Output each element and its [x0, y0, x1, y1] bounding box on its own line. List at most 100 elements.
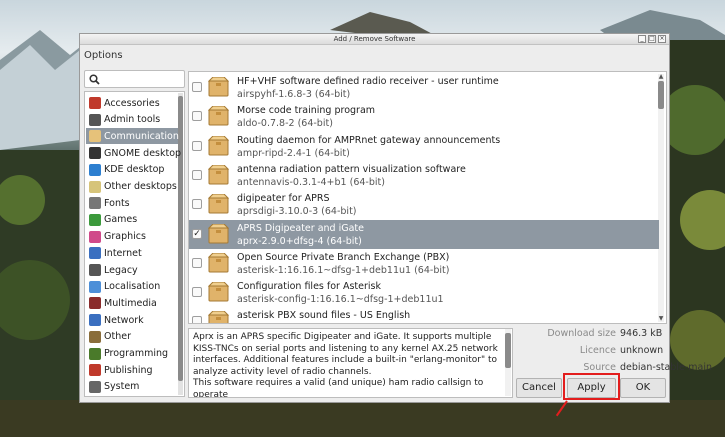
sidebar-item-games[interactable]: Games	[86, 212, 178, 228]
ok-button[interactable]: OK	[620, 378, 666, 398]
package-box-icon	[208, 135, 229, 156]
package-row[interactable]: Routing daemon for AMPRnet gateway annou…	[189, 132, 659, 161]
source-label: Source	[583, 362, 616, 373]
package-checkbox[interactable]	[192, 316, 202, 323]
search-input[interactable]	[84, 70, 185, 88]
package-box-icon	[208, 223, 229, 243]
package-row[interactable]: Configuration files for Asterisk asterisk…	[189, 278, 659, 307]
admin-tools-icon	[89, 113, 101, 126]
package-row[interactable]: HF+VHF software defined radio receiver -…	[189, 73, 659, 102]
sidebar-item-legacy[interactable]: Legacy	[86, 262, 178, 278]
category-label: Multimedia	[104, 297, 157, 309]
sidebar-item-admin-tools[interactable]: Admin tools	[86, 112, 178, 128]
package-name: asterisk-1:16.16.1~dfsg-1+deb11u1 (64-bi…	[237, 264, 450, 276]
category-label: KDE desktop	[104, 164, 165, 176]
package-box-icon	[208, 194, 229, 214]
games-icon	[89, 213, 101, 226]
package-title: digipeater for APRS	[237, 193, 330, 205]
description-scrollbar[interactable]	[505, 329, 511, 396]
sidebar-item-multimedia[interactable]: Multimedia	[86, 295, 178, 311]
sidebar-item-graphics[interactable]: Graphics	[86, 229, 178, 245]
apply-highlight-box	[563, 373, 620, 400]
package-checkbox[interactable]	[192, 199, 202, 210]
category-label: Network	[104, 314, 144, 326]
sidebar-item-network[interactable]: Network	[86, 312, 178, 328]
licence-value: unknown	[620, 345, 664, 356]
category-label: Graphics	[104, 231, 146, 243]
category-label: Programming	[104, 348, 169, 359]
package-box-icon	[208, 106, 229, 126]
close-button[interactable]: ×	[658, 35, 666, 43]
package-box-icon	[208, 164, 229, 185]
fonts-icon	[89, 197, 101, 210]
package-title: APRS Digipeater and iGate	[237, 222, 364, 234]
sidebar-item-accessories[interactable]: Accessories	[86, 95, 178, 111]
category-label: Admin tools	[104, 114, 161, 126]
sidebar-item-communication[interactable]: Communication	[86, 128, 179, 145]
description-text: Aprx is an APRS specific Digipeater and …	[193, 332, 498, 398]
package-row[interactable]: asterisk PBX sound files - US English	[189, 307, 659, 323]
search-icon	[89, 74, 100, 85]
package-checkbox[interactable]	[192, 169, 202, 180]
add-remove-software-window: Add / Remove Software _ □ × Options Acce…	[79, 33, 712, 403]
package-row[interactable]: Morse code training program aldo-0.7.8-2 …	[189, 102, 659, 131]
sidebar-item-kde-desktop[interactable]: KDE desktop	[86, 162, 178, 178]
category-label: Other	[104, 331, 131, 343]
package-title: HF+VHF software defined radio receiver -…	[237, 76, 499, 87]
category-label: Accessories	[104, 97, 160, 109]
title-bar: Add / Remove Software _ □ ×	[80, 34, 669, 45]
package-checkbox[interactable]	[192, 140, 202, 151]
package-name: asterisk-config-1:16.16.1~dfsg-1+deb11u1	[237, 294, 444, 306]
sidebar-item-publishing[interactable]: Publishing	[86, 362, 178, 378]
menu-options[interactable]: Options	[84, 50, 123, 64]
package-row[interactable]: digipeater for APRS aprsdigi-3.10.0-3 (64…	[189, 190, 659, 219]
sidebar-item-other[interactable]: Other	[86, 329, 178, 345]
package-name: aprsdigi-3.10.0-3 (64-bit)	[237, 206, 357, 218]
sidebar-item-programming[interactable]: Programming	[86, 346, 178, 362]
sidebar-item-localisation[interactable]: Localisation	[86, 279, 178, 295]
package-row[interactable]: Open Source Private Branch Exchange (PBX…	[189, 249, 659, 278]
sidebar-item-system[interactable]: System	[86, 379, 178, 395]
category-label: Localisation	[104, 281, 161, 293]
package-name: aldo-0.7.8-2 (64-bit)	[237, 118, 333, 130]
package-title: Open Source Private Branch Exchange (PBX…	[237, 251, 450, 263]
category-list: Accessories Admin tools Communication GNOME…	[84, 91, 185, 397]
kde-icon	[89, 163, 101, 176]
sidebar-item-fonts[interactable]: Fonts	[86, 195, 178, 211]
sidebar-item-gnome-desktop[interactable]: GNOME desktop	[86, 145, 182, 161]
package-row[interactable]: ✓ APRS Digipeater and iGate aprx-2.9.0+dfs…	[189, 219, 659, 249]
category-label: Internet	[104, 247, 142, 259]
sidebar-item-other-desktops[interactable]: Other desktops	[86, 179, 178, 195]
package-checkbox[interactable]	[192, 257, 202, 268]
maximize-button[interactable]: □	[648, 35, 656, 43]
package-title: Morse code training program	[237, 105, 376, 117]
gnome-icon	[89, 147, 101, 160]
download-size-value: 946.3 kB	[620, 328, 663, 339]
minimize-button[interactable]: _	[638, 35, 646, 43]
legacy-icon	[89, 264, 101, 276]
cancel-button[interactable]: Cancel	[516, 378, 562, 398]
communication-icon	[89, 130, 101, 143]
package-checkbox[interactable]: ✓	[192, 228, 202, 239]
package-box-icon	[208, 282, 229, 302]
package-name: antennavis-0.3.1-4+b1 (64-bit)	[237, 176, 385, 188]
package-box-icon	[208, 77, 229, 97]
multimedia-icon	[89, 297, 101, 310]
package-checkbox[interactable]	[192, 111, 202, 122]
package-checkbox[interactable]	[192, 82, 202, 92]
internet-icon	[89, 247, 101, 260]
package-description: Aprx is an APRS specific Digipeater and …	[188, 328, 513, 398]
system-icon	[89, 380, 101, 393]
publishing-icon	[89, 364, 101, 377]
category-label: Fonts	[104, 197, 130, 209]
source-value: debian-stable-main	[620, 362, 712, 373]
category-label: Other desktops	[104, 181, 177, 192]
package-row[interactable]: antenna radiation pattern visualization …	[189, 161, 659, 190]
package-title: asterisk PBX sound files - US English	[237, 310, 411, 322]
graphics-icon	[89, 230, 101, 243]
network-icon	[89, 314, 101, 327]
package-checkbox[interactable]	[192, 287, 202, 298]
category-label: GNOME desktop	[104, 147, 182, 159]
category-label: Legacy	[104, 264, 138, 276]
sidebar-item-internet[interactable]: Internet	[86, 245, 178, 261]
